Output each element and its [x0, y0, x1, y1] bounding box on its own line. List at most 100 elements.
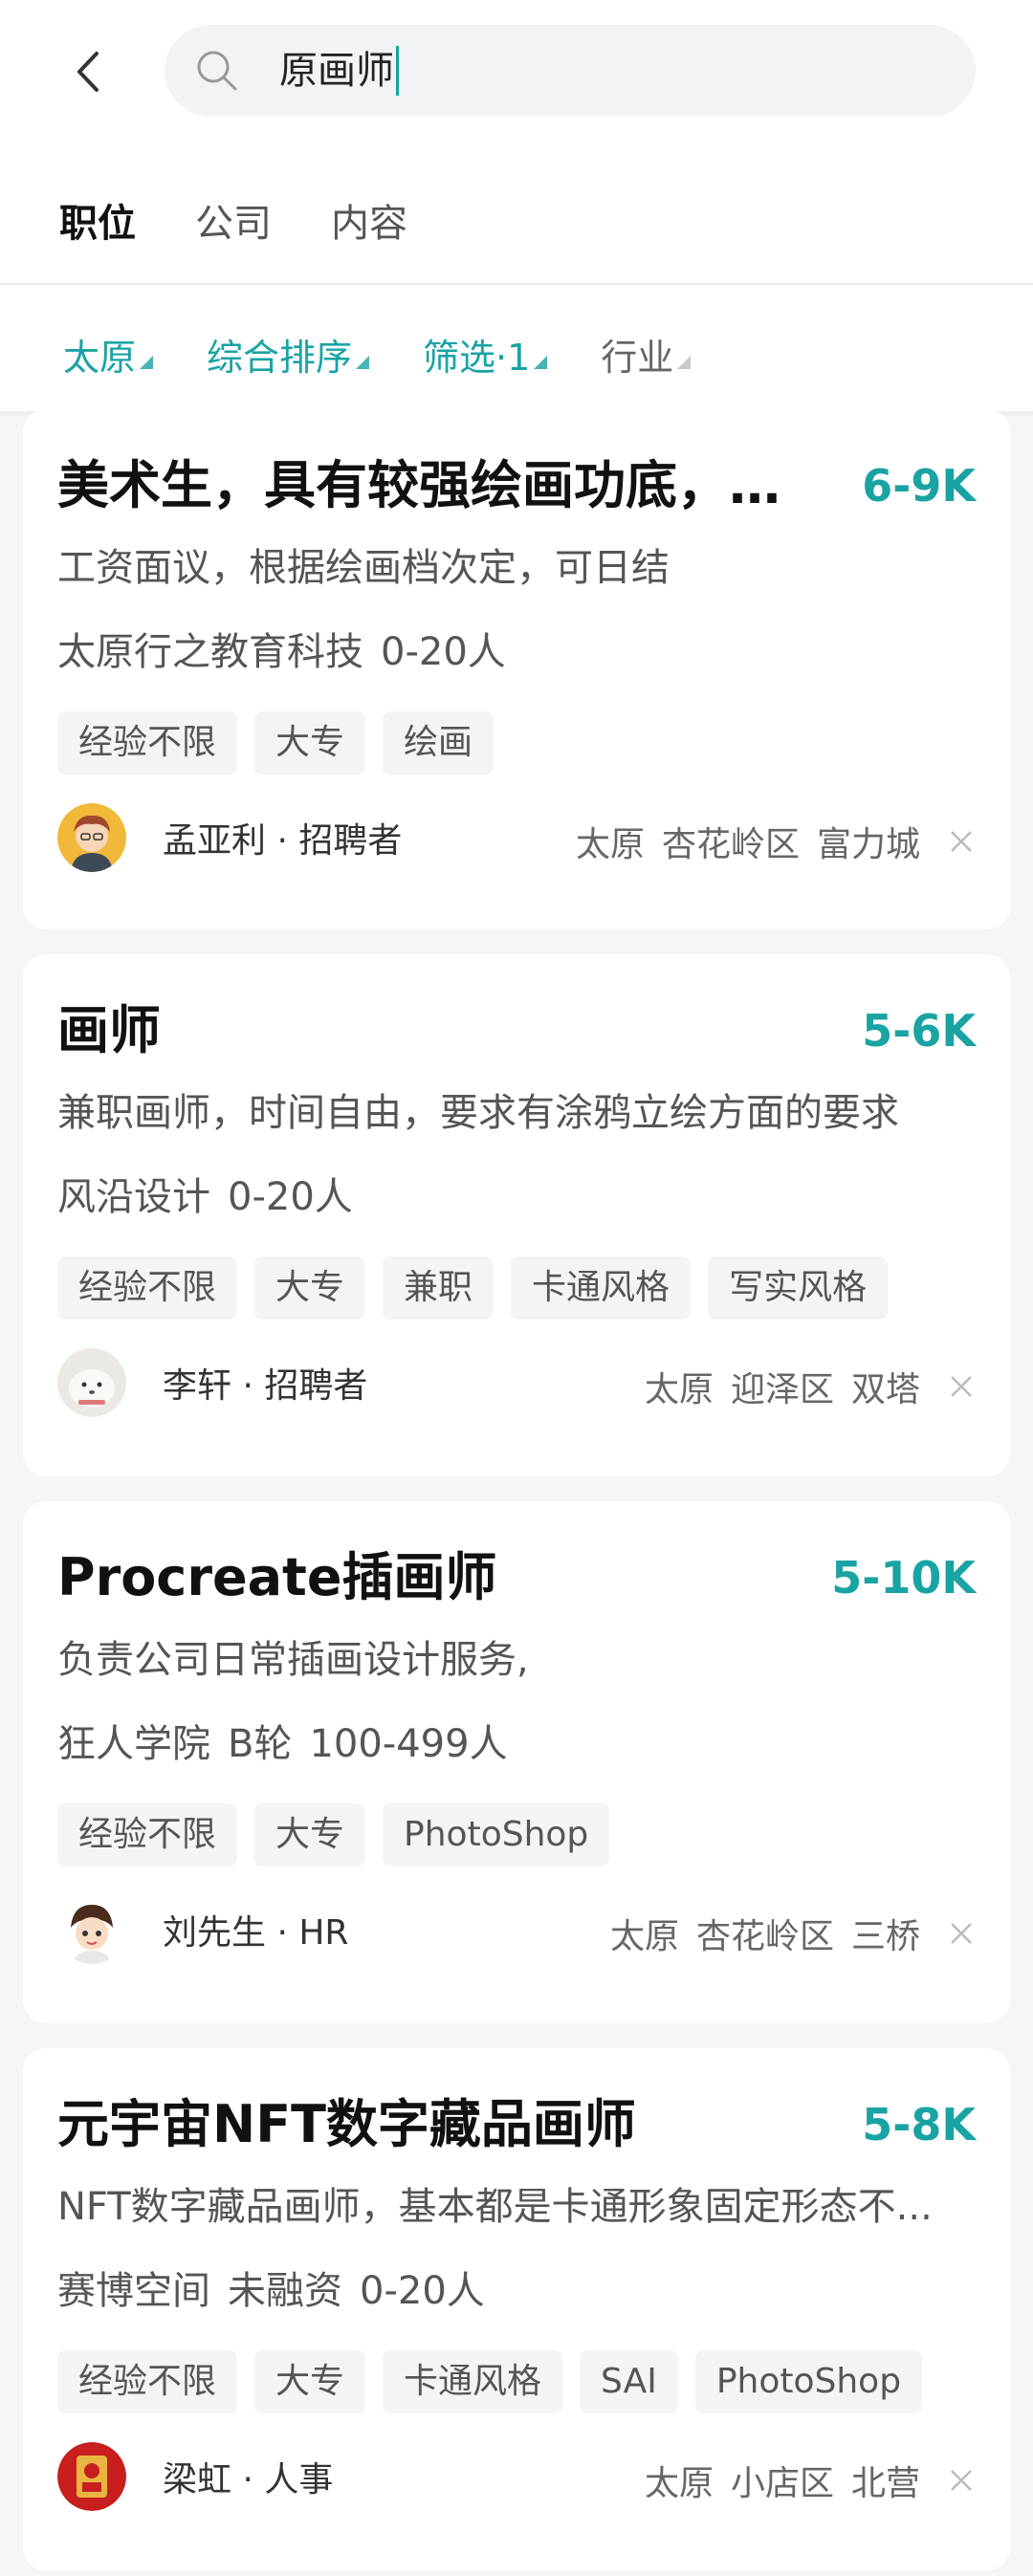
job-title: 画师 [57, 1000, 161, 1060]
job-tag: 大专 [254, 1803, 366, 1867]
recruiter-name: 李轩 · 招聘者 [163, 1366, 368, 1406]
filter-screen[interactable]: 筛选·1 [423, 328, 548, 381]
job-tag: 卡通风格 [511, 1256, 692, 1320]
recruiter-name: 刘先生 · HR [163, 1913, 349, 1953]
avatar [57, 2442, 126, 2511]
job-tags: 经验不限 大专 卡通风格 SAI PhotoShop [57, 2350, 939, 2413]
recruiter-name: 孟亚利 · 招聘者 [163, 821, 403, 861]
job-tag: 经验不限 [57, 711, 238, 775]
filter-city-label: 太原 [63, 336, 137, 379]
location-district: 小店区 [730, 2464, 834, 2503]
search-input[interactable]: 原画师 [279, 46, 399, 96]
company-size: 0-20人 [360, 2269, 485, 2313]
job-title: Procreate插画师 [57, 1547, 497, 1607]
back-button[interactable] [59, 48, 117, 96]
close-icon [951, 1923, 972, 1944]
job-tag: PhotoShop [694, 2350, 923, 2413]
search-box[interactable]: 原画师 [165, 25, 976, 117]
recruiter: 刘先生 · HR [57, 1895, 348, 1964]
company-info: 风沿设计 0-20人 [57, 1172, 370, 1222]
location-city: 太原 [644, 1370, 714, 1409]
location-city: 太原 [644, 2464, 714, 2503]
job-location: 太原 杏花岭区 富力城 [559, 817, 976, 866]
job-tag: 大专 [254, 2350, 366, 2413]
company-name: 太原行之教育科技 [57, 630, 363, 674]
job-description: 工资面议，根据绘画档次定，可日结 [57, 546, 670, 590]
job-salary: 6-9K [862, 460, 976, 512]
dismiss-button[interactable] [947, 2466, 976, 2495]
close-icon [951, 831, 972, 852]
location-district: 杏花岭区 [661, 825, 800, 864]
job-tag: 写实风格 [708, 1256, 889, 1320]
recruiter: 李轩 · 招聘者 [57, 1348, 367, 1417]
dismiss-button[interactable] [947, 1372, 976, 1401]
job-card[interactable]: 美术生，具有较强绘画功底，实... 6-9K 工资面议，根据绘画档次定，可日结 … [23, 409, 1010, 929]
location-area: 北营 [850, 2464, 920, 2503]
tab-companies[interactable]: 公司 [195, 192, 272, 248]
recruiter: 梁虹 · 人事 [57, 2442, 333, 2511]
job-location: 太原 杏花岭区 三桥 [593, 1909, 976, 1958]
avatar [57, 1348, 126, 1417]
job-tags: 经验不限 大专 兼职 卡通风格 写实风格 [57, 1256, 905, 1320]
location-area: 富力城 [816, 825, 920, 864]
job-tag: 绘画 [383, 711, 495, 775]
company-name: 狂人学院 [57, 1722, 210, 1766]
search-icon [193, 47, 241, 95]
filter-bar: 太原 综合排序 筛选·1 行业 [0, 316, 1033, 392]
job-tag: 卡通风格 [383, 2350, 563, 2413]
job-description: 负责公司日常插画设计服务, [57, 1638, 529, 1682]
recruiter: 孟亚利 · 招聘者 [57, 803, 402, 872]
company-info: 太原行之教育科技 0-20人 [57, 627, 523, 677]
tab-jobs[interactable]: 职位 [59, 192, 136, 248]
filter-city[interactable]: 太原 [63, 328, 154, 381]
tab-content[interactable]: 内容 [331, 192, 407, 248]
job-tag: 经验不限 [57, 1256, 238, 1320]
job-tags: 经验不限 大专 绘画 [57, 711, 511, 775]
job-card[interactable]: 画师 5-6K 兼职画师，时间自由，要求有涂鸦立绘方面的要求 风沿设计 0-20人… [23, 954, 1010, 1476]
location-city: 太原 [575, 825, 645, 864]
triangle-down-icon [140, 356, 154, 369]
text-cursor [396, 46, 399, 96]
job-tag: 经验不限 [57, 1803, 238, 1867]
company-name: 风沿设计 [57, 1175, 210, 1219]
job-title: 美术生，具有较强绘画功底，实... [57, 455, 813, 515]
header: 原画师 职位 公司 内容 太原 综合排序 筛选·1 行业 [0, 0, 1033, 413]
company-stage: 未融资 [228, 2269, 342, 2313]
filter-sort[interactable]: 综合排序 [207, 328, 370, 381]
job-tag: SAI [580, 2350, 678, 2413]
tab-bar: 职位 公司 内容 [0, 182, 1033, 258]
job-salary: 5-6K [862, 1005, 976, 1057]
location-district: 迎泽区 [730, 1370, 834, 1409]
job-card[interactable]: Procreate插画师 5-10K 负责公司日常插画设计服务, 狂人学院 B轮 1… [23, 1501, 1010, 2023]
recruiter-name: 梁虹 · 人事 [163, 2460, 334, 2500]
filter-industry-label: 行业 [601, 336, 674, 379]
job-tag: 经验不限 [57, 2350, 238, 2413]
dismiss-button[interactable] [947, 827, 976, 856]
job-card[interactable]: 元宇宙NFT数字藏品画师 5-8K NFT数字藏品画师，基本都是卡通形象固定形态… [23, 2048, 1010, 2570]
company-size: 0-20人 [228, 1175, 353, 1219]
company-name: 赛博空间 [57, 2269, 210, 2313]
job-salary: 5-10K [831, 1552, 976, 1604]
job-location: 太原 小店区 北营 [627, 2456, 976, 2505]
company-size: 0-20人 [381, 630, 506, 674]
job-tag: PhotoShop [383, 1803, 610, 1867]
chevron-left-icon [77, 52, 99, 92]
filter-screen-label: 筛选·1 [423, 336, 531, 379]
location-district: 杏花岭区 [695, 1917, 834, 1956]
filter-sort-label: 综合排序 [207, 336, 353, 379]
triangle-down-icon [677, 356, 692, 369]
location-area: 三桥 [850, 1917, 920, 1956]
search-query: 原画师 [279, 49, 394, 93]
job-tag: 兼职 [383, 1256, 495, 1320]
job-location: 太原 迎泽区 双塔 [627, 1362, 976, 1411]
company-info: 狂人学院 B轮 100-499人 [57, 1719, 525, 1769]
job-description: 兼职画师，时间自由，要求有涂鸦立绘方面的要求 [57, 1091, 899, 1135]
location-area: 双塔 [850, 1370, 920, 1409]
dismiss-button[interactable] [947, 1919, 976, 1948]
triangle-down-icon [356, 356, 370, 369]
job-salary: 5-8K [862, 2099, 976, 2150]
close-icon [951, 2470, 972, 2491]
job-description: NFT数字藏品画师，基本都是卡通形象固定形态不... [57, 2185, 933, 2229]
filter-industry[interactable]: 行业 [601, 328, 692, 381]
job-title: 元宇宙NFT数字藏品画师 [57, 2094, 636, 2154]
